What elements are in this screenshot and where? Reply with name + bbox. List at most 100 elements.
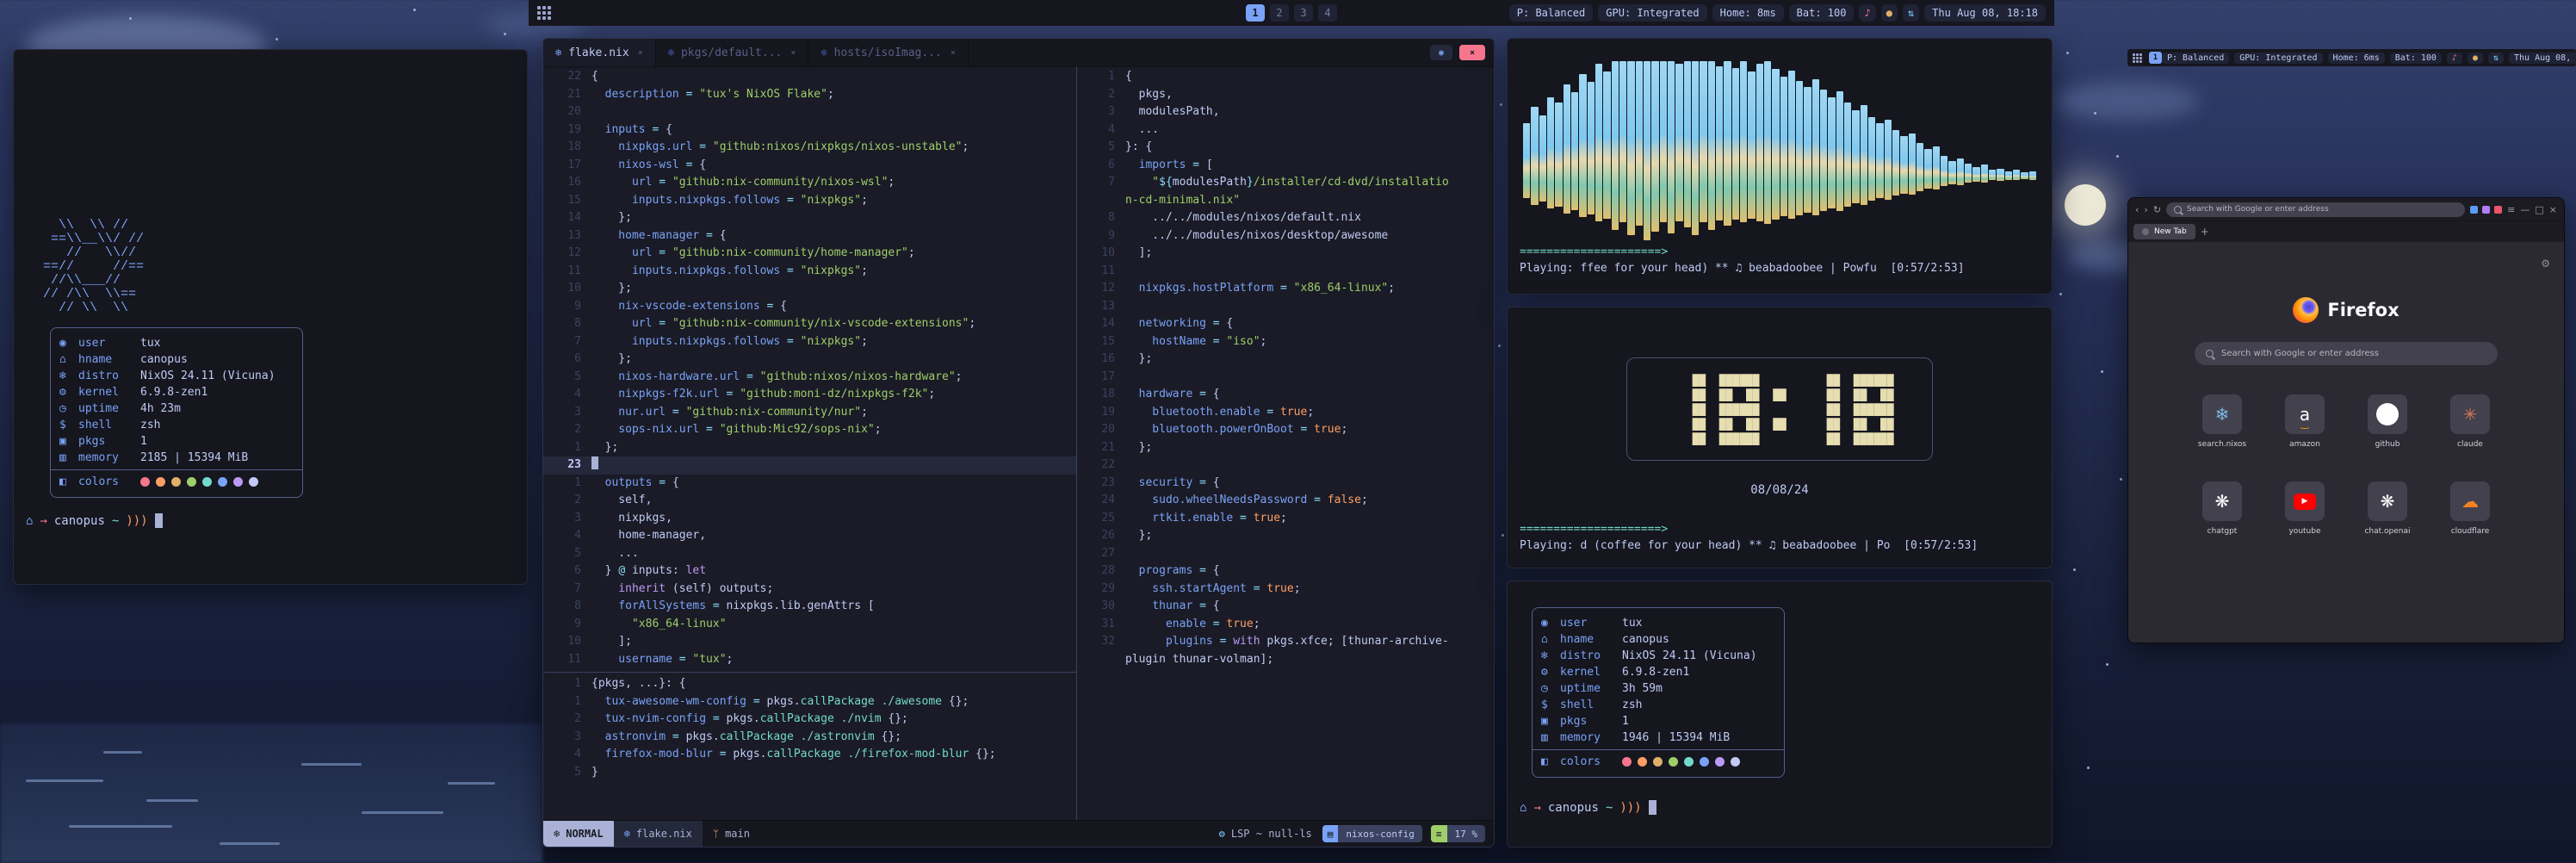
- info-label: uptime: [1560, 682, 1622, 695]
- info-row: ▥memory1946 | 15394 MiB: [1541, 730, 1775, 746]
- project-chip: ▤nixos-config: [1322, 825, 1422, 842]
- extension-icon-2[interactable]: [2482, 206, 2490, 214]
- forward-button[interactable]: ›: [2144, 204, 2147, 215]
- progress-line: =====================>: [1520, 523, 2052, 536]
- water-streak: [448, 782, 495, 785]
- line-text: sudo.wheelNeedsPassword = false;: [1125, 492, 1368, 510]
- status-chip: Bat: 100: [2390, 53, 2442, 64]
- color-dot: [1684, 757, 1694, 767]
- minimize-button[interactable]: —: [2520, 204, 2530, 215]
- line-number: 12: [1077, 280, 1125, 298]
- visualizer-bar: [1909, 133, 1916, 195]
- window-close-button[interactable]: ×: [1459, 45, 1485, 60]
- workspace-button-4[interactable]: 4: [1318, 4, 1337, 22]
- line-text: nixpkgs,: [591, 510, 672, 528]
- personalize-gear-icon[interactable]: ⚙: [2541, 258, 2550, 270]
- shortcut-tile-chat.openai[interactable]: ❋chat.openai: [2346, 481, 2429, 536]
- tab-close-icon[interactable]: ×: [951, 48, 956, 58]
- workspace-button-3[interactable]: 3: [1294, 4, 1313, 22]
- line-text: "${modulesPath}/installer/cd-dvd/install…: [1125, 174, 1449, 192]
- line-number: 7: [543, 333, 591, 351]
- code-line: 14 networking = {: [1077, 315, 1494, 333]
- workspace-switcher: 1: [2149, 52, 2162, 64]
- editor-tab-2[interactable]: ❄pkgs/default...×: [656, 39, 809, 66]
- editor-tab-1[interactable]: ❄flake.nix×: [543, 39, 656, 66]
- editor-tab-3[interactable]: ❄hosts/isoImag...×: [808, 39, 969, 66]
- code-line: 10 ];: [1077, 245, 1494, 263]
- shortcut-tile-youtube[interactable]: ▶youtube: [2263, 481, 2346, 536]
- line-number: 23: [1077, 475, 1125, 493]
- shortcut-icon: ❋: [2368, 481, 2407, 521]
- workspace-button-1[interactable]: 1: [2149, 52, 2162, 64]
- line-text: };: [591, 280, 632, 298]
- line-text: ...: [591, 545, 639, 563]
- info-row: ⌂hnamecanopus: [59, 351, 294, 368]
- app-menu-icon[interactable]: [537, 6, 551, 20]
- shell-prompt[interactable]: ⌂→canopus~))): [26, 513, 527, 528]
- volume-icon[interactable]: ♪: [2447, 53, 2462, 64]
- visualizer-bar: [1885, 120, 1892, 201]
- workspace-button-1[interactable]: 1: [1246, 4, 1265, 22]
- network-icon[interactable]: ⇅: [1903, 4, 1919, 22]
- visualizer-bar: [2029, 171, 2036, 180]
- maximize-button[interactable]: □: [2535, 204, 2543, 215]
- prompt-part: ~: [1606, 801, 1613, 815]
- line-text: nur.url = "github:nix-community/nur";: [591, 404, 868, 422]
- info-row: ◉usertux: [59, 335, 294, 351]
- menu-button[interactable]: ≡: [2507, 204, 2515, 215]
- code-pane-flake[interactable]: 22{21 description = "tux's NixOS Flake";…: [543, 66, 1076, 671]
- line-text: ...: [1125, 121, 1159, 140]
- shortcut-tile-github[interactable]: github: [2346, 394, 2429, 449]
- workspace-button-2[interactable]: 2: [1270, 4, 1289, 22]
- info-value: NixOS 24.11 (Vicuna): [140, 369, 276, 382]
- pin-toggle-button[interactable]: ◉: [1430, 45, 1452, 60]
- line-text: url = "github:nix-community/home-manager…: [591, 245, 915, 263]
- visualizer-bar: [1531, 107, 1538, 205]
- record-icon[interactable]: ●: [2468, 53, 2483, 64]
- shortcut-tile-search.nixos[interactable]: ❄search.nixos: [2181, 394, 2263, 449]
- record-icon[interactable]: ●: [1881, 4, 1898, 22]
- split-separator-horizontal[interactable]: [543, 672, 1076, 673]
- palette-dots: [1622, 757, 1740, 767]
- shortcut-tile-claude[interactable]: ✳claude: [2429, 394, 2511, 449]
- refresh-button[interactable]: ↻: [2153, 204, 2161, 215]
- back-button[interactable]: ‹: [2135, 204, 2139, 215]
- shell-prompt[interactable]: ⌂→canopus~))): [1520, 800, 2052, 815]
- tab-close-icon[interactable]: ×: [638, 48, 643, 58]
- close-button[interactable]: ×: [2549, 204, 2557, 215]
- visualizer-bar: [1724, 61, 1731, 226]
- tab-new-tab[interactable]: New Tab: [2133, 224, 2195, 239]
- memory-icon: ▥: [1541, 731, 1560, 744]
- tab-close-icon[interactable]: ×: [790, 48, 796, 58]
- new-tab-button[interactable]: +: [2201, 226, 2209, 238]
- visualizer-bar: [1796, 81, 1803, 215]
- visualizer-bar: [1861, 105, 1867, 205]
- visualizer-bar: [1555, 102, 1562, 207]
- address-bar[interactable]: Search with Google or enter address: [2166, 202, 2465, 217]
- code-pane-default[interactable]: 1{pkgs, ...}: {1 tux-awesome-wm-config =…: [543, 674, 1076, 821]
- user-icon: ◉: [59, 337, 78, 350]
- clock-widget[interactable]: Thu Aug 08, 18:18: [1924, 4, 2046, 22]
- code-pane-iso[interactable]: 1{2 pkgs,3 modulesPath,4 ...5}: {6 impor…: [1077, 66, 1494, 668]
- volume-icon[interactable]: ♪: [1859, 4, 1875, 22]
- tab-label: pkgs/default...: [681, 47, 782, 59]
- line-number: 21: [1077, 439, 1125, 457]
- firefox-logo: [2293, 297, 2319, 323]
- extension-icon-3[interactable]: [2494, 206, 2502, 214]
- palette-dots: [140, 477, 258, 487]
- color-dot: [1731, 757, 1740, 767]
- search-input[interactable]: Search with Google or enter address: [2195, 342, 2498, 365]
- prompt-part: ⌂: [26, 514, 33, 528]
- shortcut-tile-cloudflare[interactable]: ☁cloudflare: [2429, 481, 2511, 536]
- clock-widget[interactable]: Thu Aug 08, 18:18: [2509, 53, 2576, 64]
- user-icon: ◉: [1541, 617, 1560, 630]
- tab-label: hosts/isoImag...: [834, 47, 942, 59]
- extension-icon-1[interactable]: [2470, 206, 2478, 214]
- line-number: 28: [1077, 562, 1125, 581]
- kernel-icon: ⚙: [59, 386, 78, 399]
- app-menu-icon[interactable]: [2133, 53, 2142, 63]
- shortcut-tile-amazon[interactable]: a‿amazon: [2263, 394, 2346, 449]
- code-line: 10 ];: [543, 633, 1076, 651]
- network-icon[interactable]: ⇅: [2488, 53, 2504, 64]
- shortcut-tile-chatgpt[interactable]: ❋chatgpt: [2181, 481, 2263, 536]
